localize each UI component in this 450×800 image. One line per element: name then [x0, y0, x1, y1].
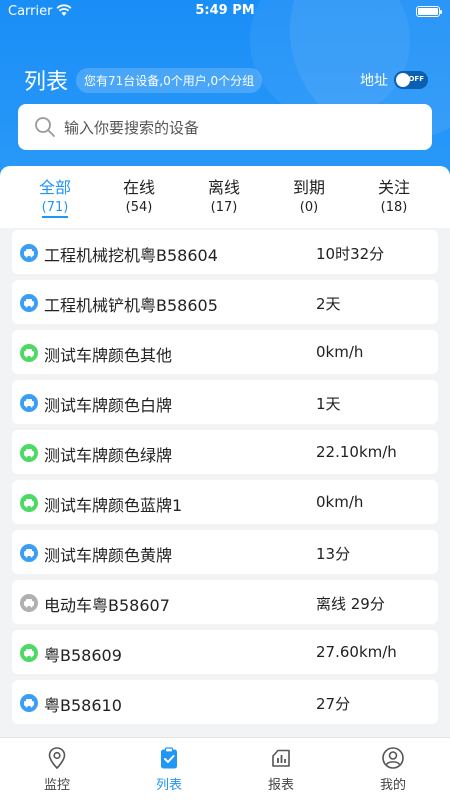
tab-label: 离线 [207, 178, 240, 197]
tab-label: 全部 [38, 178, 71, 197]
device-name: 测试车牌颜色蓝牌1 [44, 496, 183, 515]
tab-count: (17) [210, 200, 238, 215]
device-row[interactable]: 测试车牌颜色其他 0km/h [12, 330, 438, 374]
nav-label: 报表 [267, 778, 294, 793]
device-name: 粤B58609 [44, 646, 122, 665]
clock: 5:49 PM [195, 3, 255, 18]
device-row[interactable]: 测试车牌颜色黄牌 13分 [12, 530, 438, 574]
tab-count: (54) [125, 200, 153, 215]
tab-count: (71) [10, 200, 100, 218]
tab-followed[interactable]: 关注 (18) [349, 174, 439, 215]
nav-label: 列表 [155, 778, 182, 793]
device-name: 测试车牌颜色绿牌 [44, 446, 173, 465]
tab-offline[interactable]: 离线 (17) [179, 174, 269, 215]
search-placeholder: 输入你要搜索的设备 [64, 118, 200, 137]
device-list: 工程机械挖机粤B58604 10时32分工程机械铲机粤B58605 2天测试车牌颜色… [12, 230, 438, 730]
vehicle-status-icon [20, 544, 38, 562]
clipboard-check-icon [161, 747, 177, 769]
address-toggle[interactable]: OFF [394, 71, 428, 89]
page-title: 列表 [24, 70, 69, 95]
nav-report[interactable]: 报表 [246, 746, 316, 793]
toggle-off-label: OFF [408, 75, 424, 83]
device-row[interactable]: 测试车牌颜色绿牌 22.10km/h [12, 430, 438, 474]
vehicle-status-icon [20, 394, 38, 412]
device-status-value: 27分 [316, 695, 351, 713]
device-status-value: 22.10km/h [316, 443, 397, 461]
vehicle-status-icon [20, 594, 38, 612]
search-icon [35, 117, 55, 137]
vehicle-status-icon [20, 344, 38, 362]
device-status-value: 0km/h [316, 493, 364, 511]
report-chart-icon [272, 749, 290, 767]
tab-count: (18) [380, 200, 408, 215]
device-row[interactable]: 工程机械挖机粤B58604 10时32分 [12, 230, 438, 274]
nav-list[interactable]: 列表 [134, 746, 204, 793]
vehicle-status-icon [20, 294, 38, 312]
bottom-nav: 监控 列表 报表 我的 [0, 737, 450, 800]
address-label: 地址 [360, 73, 388, 89]
nav-monitor[interactable]: 监控 [22, 746, 92, 793]
nav-label: 我的 [379, 778, 406, 793]
device-status-value: 2天 [316, 295, 341, 313]
vehicle-status-icon [20, 244, 38, 262]
vehicle-status-icon [20, 694, 38, 712]
device-name: 电动车粤B58607 [44, 596, 170, 615]
device-status-value: 13分 [316, 545, 351, 563]
device-row[interactable]: 电动车粤B58607 离线 29分 [12, 580, 438, 624]
tab-expired[interactable]: 到期 (0) [264, 174, 354, 215]
device-name: 测试车牌颜色黄牌 [44, 546, 173, 565]
device-name: 测试车牌颜色其他 [44, 346, 173, 365]
device-status-value: 10时32分 [316, 245, 385, 263]
tab-label: 在线 [122, 178, 155, 197]
device-status-value: 0km/h [316, 343, 364, 361]
tab-label: 到期 [292, 178, 325, 197]
nav-label: 监控 [43, 778, 70, 793]
device-status-value: 27.60km/h [316, 643, 397, 661]
tab-label: 关注 [377, 178, 410, 197]
device-row[interactable]: 测试车牌颜色白牌 1天 [12, 380, 438, 424]
battery-icon [416, 6, 442, 17]
device-summary: 您有71台设备,0个用户,0个分组 [76, 67, 263, 93]
filter-tabs: 全部 (71) 在线 (54) 离线 (17) 到期 (0) 关注 (18) [0, 166, 450, 228]
location-pin-icon [48, 747, 66, 770]
tab-all[interactable]: 全部 (71) [10, 174, 100, 218]
device-name: 测试车牌颜色白牌 [44, 396, 173, 415]
device-row[interactable]: 工程机械铲机粤B58605 2天 [12, 280, 438, 324]
device-name: 工程机械铲机粤B58605 [44, 296, 218, 315]
device-row[interactable]: 粤B58609 27.60km/h [12, 630, 438, 674]
tab-count: (0) [299, 200, 319, 215]
status-bar: Carrier 5:49 PM [0, 0, 450, 24]
device-status-value: 1天 [316, 395, 341, 413]
search-bar[interactable]: 输入你要搜索的设备 [18, 104, 432, 150]
address-toggle-group: 地址 OFF [360, 70, 428, 90]
vehicle-status-icon [20, 494, 38, 512]
device-name: 粤B58610 [44, 696, 122, 715]
device-status-value: 离线 29分 [316, 595, 385, 613]
tab-online[interactable]: 在线 (54) [94, 174, 184, 215]
vehicle-status-icon [20, 444, 38, 462]
device-name: 工程机械挖机粤B58604 [44, 246, 218, 265]
vehicle-status-icon [20, 644, 38, 662]
device-row[interactable]: 粤B58610 27分 [12, 680, 438, 724]
nav-profile[interactable]: 我的 [358, 746, 428, 793]
title-row: 列表 您有71台设备,0个用户,0个分组 [24, 64, 263, 96]
device-row[interactable]: 测试车牌颜色蓝牌1 0km/h [12, 480, 438, 524]
user-profile-icon [382, 747, 404, 769]
